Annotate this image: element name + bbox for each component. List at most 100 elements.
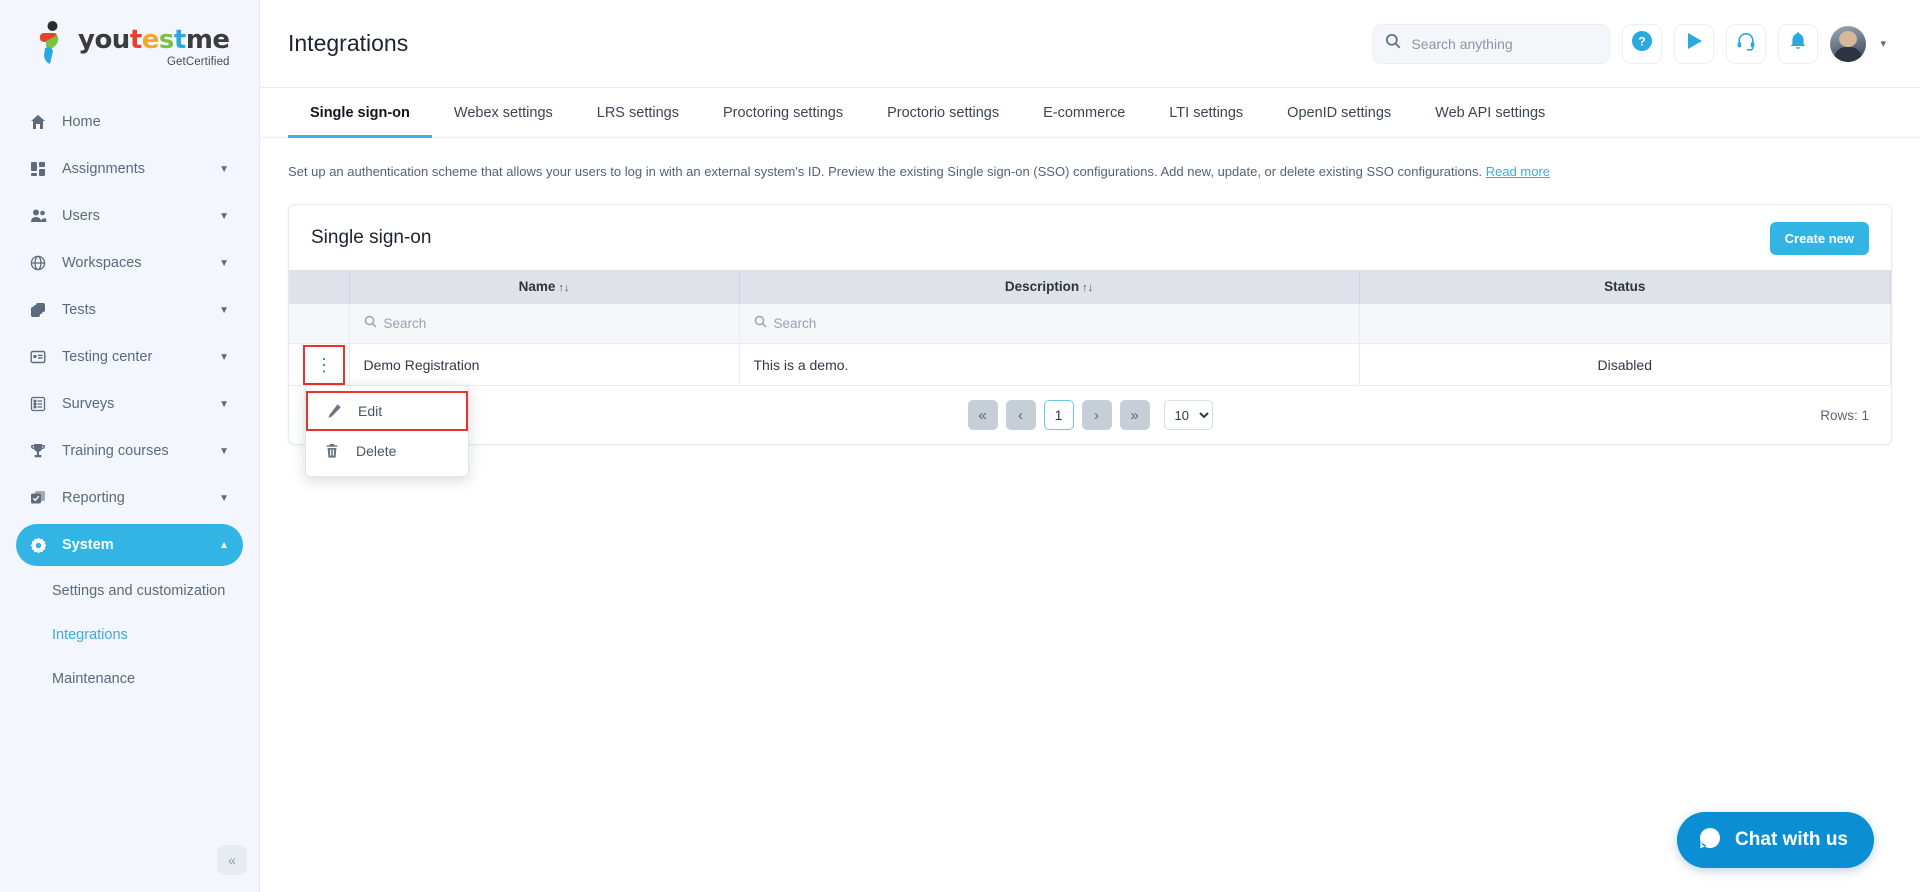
table-filter-row: Search Search <box>289 303 1891 344</box>
table-body: Search Search ⋮ Edit Delete Demo Registr… <box>289 303 1891 477</box>
chat-label: Chat with us <box>1735 829 1848 850</box>
context-menu-item-label: Delete <box>356 443 397 459</box>
chevron-down-icon: ▼ <box>219 210 229 222</box>
search-icon <box>754 315 767 331</box>
svg-text:?: ? <box>1639 35 1646 49</box>
trophy-icon <box>30 443 56 459</box>
chevron-down-icon[interactable]: ▾ <box>1880 37 1886 50</box>
page-size-select[interactable]: 10 <box>1163 400 1213 430</box>
column-header-status: Status <box>1359 269 1891 304</box>
name-filter[interactable]: Search <box>364 315 725 331</box>
tab-webex-settings[interactable]: Webex settings <box>432 88 575 138</box>
chat-bubble-icon <box>1697 825 1723 856</box>
filter-cell-name[interactable]: Search <box>349 303 740 344</box>
sidebar-item-reporting[interactable]: Reporting ▼ <box>16 477 243 519</box>
help-button[interactable]: ? <box>1622 23 1663 64</box>
filter-cell-description[interactable]: Search <box>739 303 1360 344</box>
table-head: Name ↑↓ Description ↑↓ Status <box>289 269 1891 304</box>
global-search[interactable] <box>1372 23 1611 64</box>
pencil-icon <box>324 403 344 419</box>
sidebar-item-workspaces[interactable]: Workspaces ▼ <box>16 242 243 284</box>
tab-openid-settings[interactable]: OpenID settings <box>1265 88 1413 138</box>
description-filter[interactable]: Search <box>754 315 1345 331</box>
tab-web-api-settings[interactable]: Web API settings <box>1413 88 1567 138</box>
sidebar-item-testing-center[interactable]: Testing center ▼ <box>16 336 243 378</box>
gear-icon <box>30 537 56 554</box>
sidebar-subitem-maintenance[interactable]: Maintenance <box>16 660 243 698</box>
filter-cell-menu <box>289 303 350 344</box>
play-tour-button[interactable] <box>1674 23 1715 64</box>
pagination: « ‹ 1 › » 10 <box>967 400 1213 430</box>
filter-cell-status <box>1359 303 1891 344</box>
notifications-bell-icon <box>1788 31 1808 56</box>
single-sign-on-card: Single sign-on Create new Name ↑↓ Descrip… <box>288 203 1892 477</box>
tab-label: Webex settings <box>453 104 553 121</box>
row-actions-cell: ⋮ Edit Delete <box>289 343 469 477</box>
tab-label: Single sign-on <box>310 104 410 121</box>
chevron-down-icon: ▼ <box>219 398 229 410</box>
sidebar-item-surveys[interactable]: Surveys ▼ <box>16 383 243 425</box>
sidebar-subitem-label: Integrations <box>52 627 128 643</box>
read-more-link[interactable]: Read more <box>1486 164 1550 179</box>
name-filter-placeholder: Search <box>383 315 427 331</box>
home-icon <box>30 114 56 130</box>
sidebar-item-assignments[interactable]: Assignments ▼ <box>16 148 243 190</box>
pagination-prev-button[interactable]: ‹ <box>1005 400 1036 430</box>
pagination-last-button[interactable]: » <box>1119 400 1150 430</box>
sidebar-collapse-button[interactable]: « <box>217 845 247 875</box>
sidebar-item-users[interactable]: Users ▼ <box>16 195 243 237</box>
column-header-name[interactable]: Name ↑↓ <box>349 269 740 304</box>
brand-logo[interactable]: youtestme GetCertified <box>0 0 259 88</box>
chevron-down-icon: ▼ <box>219 492 229 504</box>
sidebar-subitem-integrations[interactable]: Integrations <box>16 616 243 654</box>
sidebar-item-label: Training courses <box>62 443 169 459</box>
notifications-button[interactable] <box>1778 23 1819 64</box>
cell-status: Disabled <box>1359 343 1891 386</box>
section-description-text: Set up an authentication scheme that all… <box>288 164 1483 179</box>
card-title: Single sign-on <box>311 227 432 248</box>
sidebar-subitem-settings-and-customization[interactable]: Settings and customization <box>16 572 243 610</box>
tab-lrs-settings[interactable]: LRS settings <box>575 88 701 138</box>
table-row: ⋮ Edit Delete Demo Registration This is … <box>289 343 1891 477</box>
tab-proctorio-settings[interactable]: Proctorio settings <box>865 88 1021 138</box>
search-input[interactable] <box>1411 35 1598 52</box>
tab-proctoring-settings[interactable]: Proctoring settings <box>701 88 865 138</box>
tab-lti-settings[interactable]: LTI settings <box>1147 88 1265 138</box>
sort-icon[interactable]: ↑↓ <box>558 282 569 294</box>
cell-name: Demo Registration <box>349 343 740 386</box>
trash-icon <box>322 443 342 459</box>
tab-label: Web API settings <box>1435 104 1546 121</box>
chevron-down-icon: ▼ <box>219 304 229 316</box>
context-menu-item-edit[interactable]: Edit <box>306 391 468 431</box>
pagination-page-1[interactable]: 1 <box>1043 400 1074 430</box>
pagination-next-button[interactable]: › <box>1081 400 1112 430</box>
sidebar-item-system[interactable]: System ▲ <box>16 524 243 566</box>
tab-e-commerce[interactable]: E-commerce <box>1021 88 1147 138</box>
brand-name: youtestme <box>78 25 230 55</box>
chevron-up-icon: ▲ <box>219 539 229 551</box>
support-button[interactable] <box>1726 23 1767 64</box>
user-avatar[interactable] <box>1830 25 1867 62</box>
create-new-button[interactable]: Create new <box>1769 221 1869 255</box>
sidebar-subitem-label: Settings and customization <box>52 583 226 599</box>
sidebar-item-label: Users <box>62 208 100 224</box>
row-kebab-menu-button[interactable]: ⋮ <box>303 344 345 385</box>
sidebar-item-label: Reporting <box>62 490 125 506</box>
sort-icon[interactable]: ↑↓ <box>1082 282 1093 294</box>
sidebar-item-home[interactable]: Home <box>16 101 243 143</box>
application-root: youtestme GetCertified Home Assignments … <box>0 0 1920 892</box>
play-icon <box>1683 30 1705 57</box>
sidebar-item-training-courses[interactable]: Training courses ▼ <box>16 430 243 472</box>
sidebar-item-label: Assignments <box>62 161 146 177</box>
sidebar-item-tests[interactable]: Tests ▼ <box>16 289 243 331</box>
context-menu-item-delete[interactable]: Delete <box>306 431 468 471</box>
column-header-description[interactable]: Description ↑↓ <box>739 269 1360 304</box>
column-label: Description <box>1004 279 1080 294</box>
pagination-first-button[interactable]: « <box>967 400 998 430</box>
support-headset-icon <box>1736 31 1756 56</box>
card-header: Single sign-on Create new <box>289 205 1891 270</box>
sidebar-item-label: Testing center <box>62 349 153 365</box>
sso-table: Name ↑↓ Description ↑↓ Status Search Sea… <box>289 269 1891 477</box>
chat-with-us-button[interactable]: Chat with us <box>1677 812 1874 868</box>
tab-single-sign-on[interactable]: Single sign-on <box>288 88 432 138</box>
